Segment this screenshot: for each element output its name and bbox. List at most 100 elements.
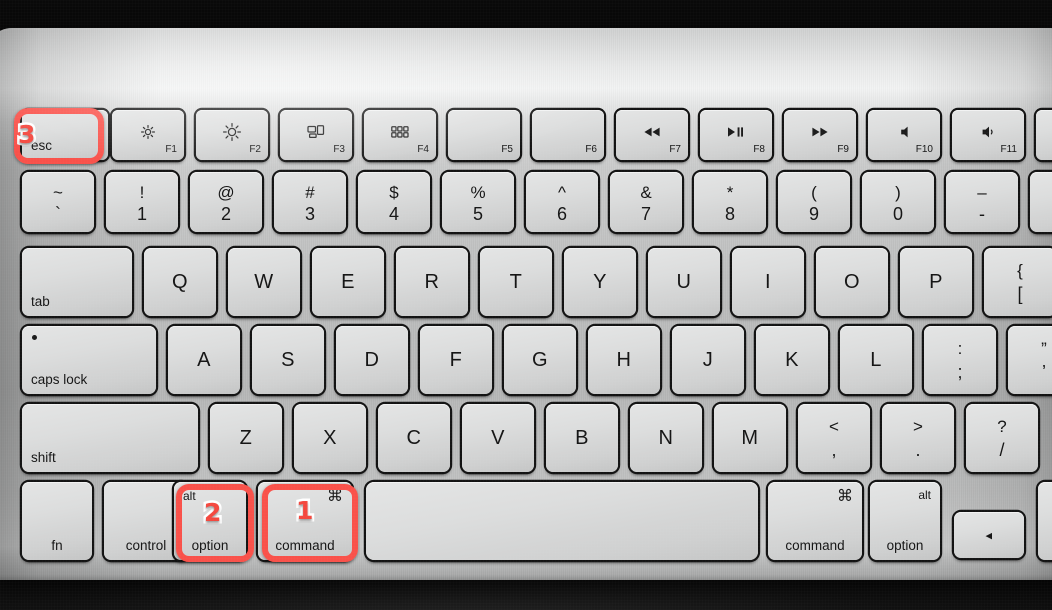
key-space[interactable] (366, 482, 758, 560)
key-k[interactable]: K (756, 326, 828, 394)
key-r[interactable]: R (396, 248, 468, 316)
key-y[interactable]: Y (564, 248, 636, 316)
key-f2[interactable]: F2 (196, 110, 268, 160)
key-f9[interactable]: F9 (784, 110, 856, 160)
key-shift-label-comma: < (829, 416, 839, 436)
key-label-r: R (424, 271, 440, 293)
key-label-b: B (575, 427, 589, 449)
key-fnlabel-f11: F11 (1000, 144, 1018, 155)
key-digit-1[interactable]: ! 1 (106, 172, 178, 232)
key-command-left[interactable]: ⌘ command (258, 482, 352, 560)
key-z[interactable]: Z (210, 404, 282, 472)
key-f[interactable]: F (420, 326, 492, 394)
key-digit-5[interactable]: % 5 (442, 172, 514, 232)
key-label-bracket-left: [ (1017, 284, 1023, 305)
fast-forward-icon (784, 119, 856, 145)
key-minus[interactable]: – - (946, 172, 1018, 232)
key-esc[interactable]: esc (22, 110, 108, 160)
key-shift-label-digit-6: ^ (558, 183, 566, 202)
key-label-quote: ’ (1042, 362, 1046, 383)
key-b[interactable]: B (546, 404, 618, 472)
key-label-option-left: option (191, 537, 229, 553)
key-j[interactable]: J (672, 326, 744, 394)
key-f10[interactable]: F10 (868, 110, 940, 160)
key-label-m: M (741, 427, 759, 449)
key-slash[interactable]: ? / (966, 404, 1038, 472)
key-equal[interactable]: += (1030, 172, 1052, 232)
key-label-l: L (870, 349, 882, 371)
key-option-right[interactable]: alt option (870, 482, 940, 560)
key-digit-2[interactable]: @2 (190, 172, 262, 232)
key-period[interactable]: >. (882, 404, 954, 472)
key-h[interactable]: H (588, 326, 660, 394)
key-arrow-stack-partial[interactable] (1038, 482, 1052, 560)
key-x[interactable]: X (294, 404, 366, 472)
key-f6[interactable]: F6 (532, 110, 604, 160)
key-label-y: Y (593, 271, 607, 293)
key-option-left[interactable]: alt option (174, 482, 246, 560)
key-digit-3[interactable]: #3 (274, 172, 346, 232)
key-c[interactable]: C (378, 404, 450, 472)
key-t[interactable]: T (480, 248, 552, 316)
key-f7[interactable]: F7 (616, 110, 688, 160)
key-u[interactable]: U (648, 248, 720, 316)
key-shift-label-quote: ” (1041, 338, 1047, 358)
key-v[interactable]: V (462, 404, 534, 472)
key-digit-0[interactable]: ) 0 (862, 172, 934, 232)
key-bracket-left[interactable]: {[ (984, 248, 1052, 316)
key-f11[interactable]: F11 (952, 110, 1024, 160)
key-shift-label-digit-9: ( (811, 183, 817, 202)
key-shift-label-semicolon: : (957, 338, 963, 358)
key-f12[interactable] (1036, 110, 1052, 160)
key-fnlabel-f9: F9 (837, 144, 849, 155)
key-shift-left[interactable]: shift (22, 404, 198, 472)
key-l[interactable]: L (840, 326, 912, 394)
key-label-q: Q (171, 271, 189, 293)
key-digit-4[interactable]: $4 (358, 172, 430, 232)
key-shift-label-bracket-left: { (1017, 260, 1023, 280)
launchpad-icon (364, 119, 436, 145)
key-tab[interactable]: tab (22, 248, 132, 316)
mission-control-icon (280, 119, 352, 145)
key-alt-label-option-right: alt (918, 488, 931, 502)
key-f8[interactable]: F8 (700, 110, 772, 160)
key-g[interactable]: G (504, 326, 576, 394)
key-semicolon[interactable]: :; (924, 326, 996, 394)
key-arrow-left[interactable]: ◂ (954, 512, 1024, 558)
key-i[interactable]: I (732, 248, 804, 316)
key-label-tab: tab (31, 293, 50, 309)
key-digit-9[interactable]: (9 (778, 172, 850, 232)
key-e[interactable]: E (312, 248, 384, 316)
key-shift-label-minus: – (977, 183, 987, 202)
key-m[interactable]: M (714, 404, 786, 472)
key-f5[interactable]: F5 (448, 110, 520, 160)
key-label-digit-1: 1 (136, 204, 147, 224)
key-f3[interactable]: F3 (280, 110, 352, 160)
key-digit-6[interactable]: ^ 6 (526, 172, 598, 232)
key-f1[interactable]: F1 (112, 110, 184, 160)
key-fn[interactable]: fn (22, 482, 92, 560)
key-a[interactable]: A (168, 326, 240, 394)
key-q[interactable]: Q (144, 248, 216, 316)
key-field: esc F1 F2 F3 F4 F5 F6 F7 F8 F9 F10 F11 ~ `! 1 @2 #3 $4% 5 ^… (0, 28, 1052, 580)
key-quote[interactable]: ”’ (1008, 326, 1052, 394)
key-o[interactable]: O (816, 248, 888, 316)
key-digit-8[interactable]: * 8 (694, 172, 766, 232)
key-comma[interactable]: <, (798, 404, 870, 472)
key-f4[interactable]: F4 (364, 110, 436, 160)
rewind-icon (616, 119, 688, 145)
key-fnlabel-f4: F4 (417, 144, 429, 155)
key-w[interactable]: W (228, 248, 300, 316)
key-label-w: W (254, 271, 274, 293)
key-caps-lock[interactable]: caps lock (22, 326, 156, 394)
key-label-equal: = (1030, 205, 1052, 223)
key-d[interactable]: D (336, 326, 408, 394)
key-digit-7[interactable]: & 7 (610, 172, 682, 232)
key-command-right[interactable]: ⌘ command (768, 482, 862, 560)
key-fnlabel-f7: F7 (669, 144, 681, 155)
key-grave[interactable]: ~ ` (22, 172, 94, 232)
key-n[interactable]: N (630, 404, 702, 472)
key-s[interactable]: S (252, 326, 324, 394)
key-p[interactable]: P (900, 248, 972, 316)
photo-scene: esc F1 F2 F3 F4 F5 F6 F7 F8 F9 F10 F11 ~ `! 1 @2 #3 $4% 5 ^… (0, 0, 1052, 610)
